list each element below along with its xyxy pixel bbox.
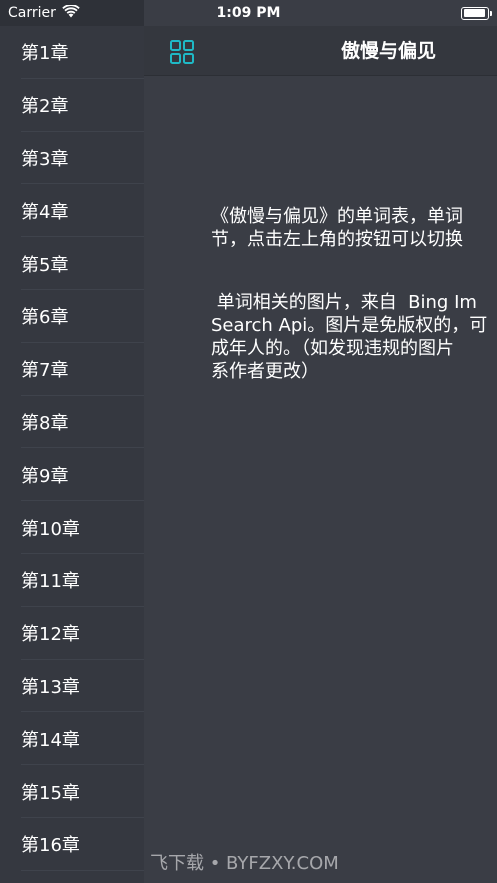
chapter-sidebar: 第1章 第2章 第3章 第4章 第5章 第6章 第7章 第8章 第9章 第10章 第11章 第12章第…: [0, 26, 144, 883]
text-line: 成年人的。（如发现违规的图片: [211, 338, 454, 359]
text-line: 节，点击左上角的按钮可以切换: [211, 229, 463, 250]
chapter-item[interactable]: 第2章: [0, 79, 144, 132]
intro-paragraph: 《傲慢与偏见》的单词表，单词 节，点击左上角的按钮可以切换: [211, 205, 497, 251]
chapter-item[interactable]: 第6章: [0, 290, 144, 343]
grid-icon[interactable]: [170, 40, 194, 64]
chapter-item[interactable]: 第12章: [0, 607, 144, 660]
chapter-item[interactable]: 第9章: [0, 448, 144, 501]
chapter-list: 第1章 第2章 第3章 第4章 第5章 第6章 第7章 第8章 第9章 第10章 第11章 第12章第…: [0, 26, 144, 871]
chapter-item[interactable]: 第14章: [0, 712, 144, 765]
chapter-item[interactable]: 第7章: [0, 343, 144, 396]
chapter-item[interactable]: 第11章: [0, 554, 144, 607]
text-line: 《傲慢与偏见》的单词表，单词: [211, 206, 463, 227]
status-bar: Carrier 1:09 PM: [0, 0, 497, 26]
text-line: 系作者更改）: [211, 361, 319, 382]
app-screen: Carrier 1:09 PM 第1章 第2章 第3章 第4章 第5章 第6章 第7章 第8章…: [0, 0, 497, 883]
chapter-item[interactable]: 第15章: [0, 765, 144, 818]
chapter-item[interactable]: 第13章: [0, 660, 144, 713]
chapter-item[interactable]: 第3章: [0, 132, 144, 185]
description-text: 《傲慢与偏见》的单词表，单词 节，点击左上角的按钮可以切换 单词相关的图片，来自…: [211, 205, 497, 383]
battery-fill: [463, 9, 485, 17]
chapter-item[interactable]: 第4章: [0, 184, 144, 237]
main-panel: 傲慢与偏见 《傲慢与偏见》的单词表，单词 节，点击左上角的按钮可以切换 单词相关…: [144, 0, 497, 883]
chapter-item[interactable]: 第16章: [0, 818, 144, 871]
chapter-item[interactable]: 第10章: [0, 501, 144, 554]
chapter-item[interactable]: 第8章: [0, 396, 144, 449]
watermark: 飞下载 • BYFZXY.COM: [150, 853, 339, 874]
text-line: 单词相关的图片，来自 Bing Im: [211, 292, 477, 313]
battery-icon: [461, 6, 492, 20]
status-time: 1:09 PM: [216, 5, 281, 21]
page-title: 傲慢与偏见: [341, 40, 437, 62]
navigation-bar: 傲慢与偏见: [144, 26, 497, 76]
image-source-paragraph: 单词相关的图片，来自 Bing Im Search Api。图片是免版权的，可 …: [211, 291, 497, 383]
text-line: Search Api。图片是免版权的，可: [211, 315, 488, 336]
chapter-item[interactable]: 第1章: [0, 26, 144, 79]
chapter-item[interactable]: 第5章: [0, 237, 144, 290]
